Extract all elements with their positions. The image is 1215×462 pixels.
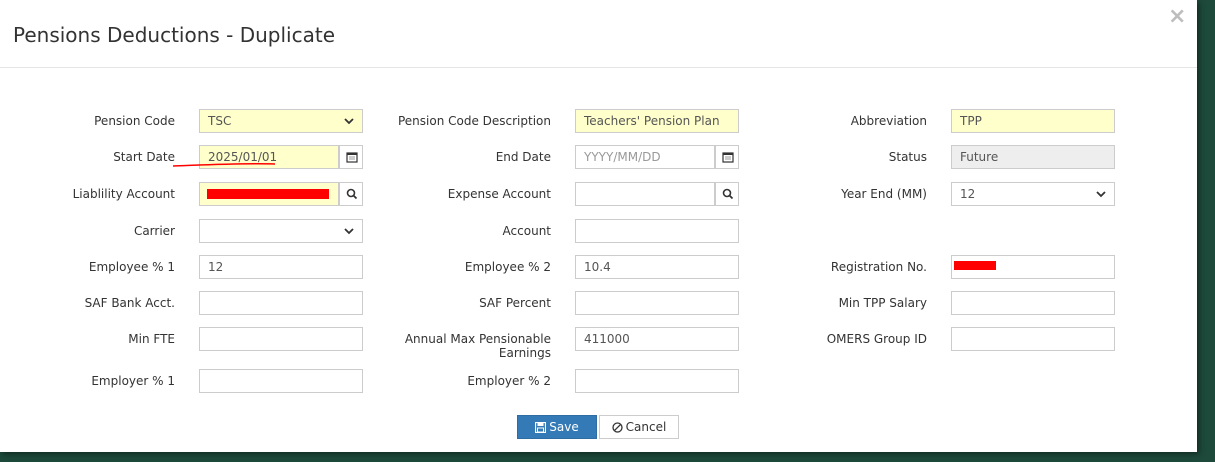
floppy-disk-icon	[535, 421, 547, 434]
start-date-calendar-button[interactable]	[339, 145, 363, 169]
omers-group-id-input[interactable]	[951, 327, 1115, 351]
status-input: Future	[951, 145, 1115, 169]
save-button-label: Save	[549, 420, 579, 434]
abbreviation-input[interactable]: TPP	[951, 109, 1115, 133]
liability-account-label: Liablility Account	[72, 187, 175, 201]
chevron-down-icon	[344, 118, 354, 125]
employee-pct-2-label: Employee % 2	[464, 260, 551, 274]
calendar-icon	[346, 152, 358, 163]
search-icon	[722, 188, 734, 200]
min-tpp-salary-input[interactable]	[951, 291, 1115, 315]
expense-account-input[interactable]	[575, 182, 715, 206]
chevron-down-icon	[1096, 191, 1106, 198]
liability-account-search-button[interactable]	[339, 182, 363, 206]
ban-icon	[612, 422, 623, 433]
pension-code-description-label: Pension Code Description	[397, 114, 551, 128]
start-date-label: Start Date	[113, 150, 175, 164]
saf-percent-input[interactable]	[575, 291, 739, 315]
account-input[interactable]	[575, 219, 739, 243]
pension-code-select[interactable]: TSC	[199, 109, 363, 133]
dialog-header: Pensions Deductions - Duplicate	[0, 0, 1197, 68]
min-fte-input[interactable]	[199, 327, 363, 351]
end-date-input[interactable]: YYYY/MM/DD	[575, 145, 715, 169]
status-label: Status	[888, 150, 927, 164]
employer-pct-1-label: Employer % 1	[91, 374, 175, 388]
employer-pct-1-input[interactable]	[199, 369, 363, 393]
close-icon[interactable]: ×	[1168, 4, 1186, 30]
save-button[interactable]: Save	[517, 415, 597, 439]
abbreviation-label: Abbreviation	[850, 114, 927, 128]
annual-max-label-line2: Earnings	[498, 346, 551, 360]
liability-account-input[interactable]	[199, 182, 339, 206]
expense-account-label: Expense Account	[447, 187, 551, 201]
employee-pct-1-label: Employee % 1	[88, 260, 175, 274]
employee-pct-1-input[interactable]: 12	[199, 255, 363, 279]
saf-bank-acct-label: SAF Bank Acct.	[84, 296, 175, 310]
dialog-title: Pensions Deductions - Duplicate	[13, 23, 336, 47]
pension-code-description-input[interactable]: Teachers' Pension Plan	[575, 109, 739, 133]
saf-bank-acct-input[interactable]	[199, 291, 363, 315]
pension-code-value: TSC	[208, 114, 232, 128]
redaction-mark	[207, 189, 329, 199]
registration-no-input[interactable]	[951, 255, 1115, 279]
calendar-icon	[722, 152, 734, 163]
employee-pct-2-input[interactable]: 10.4	[575, 255, 739, 279]
account-label: Account	[502, 224, 551, 238]
year-end-select[interactable]: 12	[951, 182, 1115, 206]
carrier-label: Carrier	[133, 224, 175, 238]
red-underline-annotation	[172, 162, 276, 167]
end-date-label: End Date	[495, 150, 551, 164]
annual-max-pensionable-earnings-label: Annual Max Pensionable Earnings	[395, 332, 551, 360]
cancel-button-label: Cancel	[625, 420, 667, 434]
search-icon	[346, 188, 358, 200]
pension-code-label: Pension Code	[94, 114, 175, 128]
employer-pct-2-input[interactable]	[575, 369, 739, 393]
min-tpp-salary-label: Min TPP Salary	[838, 296, 927, 310]
chevron-down-icon	[344, 228, 354, 235]
redaction-mark	[954, 261, 996, 270]
annual-max-pensionable-earnings-input[interactable]: 411000	[575, 327, 739, 351]
year-end-value: 12	[960, 187, 976, 201]
year-end-label: Year End (MM)	[841, 187, 927, 201]
min-fte-label: Min FTE	[128, 332, 175, 346]
pension-deductions-dialog: Pensions Deductions - Duplicate × Pensio…	[0, 0, 1197, 452]
employer-pct-2-label: Employer % 2	[467, 374, 551, 388]
annual-max-label-line1: Annual Max Pensionable	[404, 332, 551, 346]
saf-percent-label: SAF Percent	[479, 296, 551, 310]
carrier-select[interactable]	[199, 219, 363, 243]
end-date-calendar-button[interactable]	[715, 145, 739, 169]
registration-no-label: Registration No.	[830, 260, 927, 274]
cancel-button[interactable]: Cancel	[599, 415, 679, 439]
omers-group-id-label: OMERS Group ID	[826, 332, 927, 346]
expense-account-search-button[interactable]	[715, 182, 739, 206]
